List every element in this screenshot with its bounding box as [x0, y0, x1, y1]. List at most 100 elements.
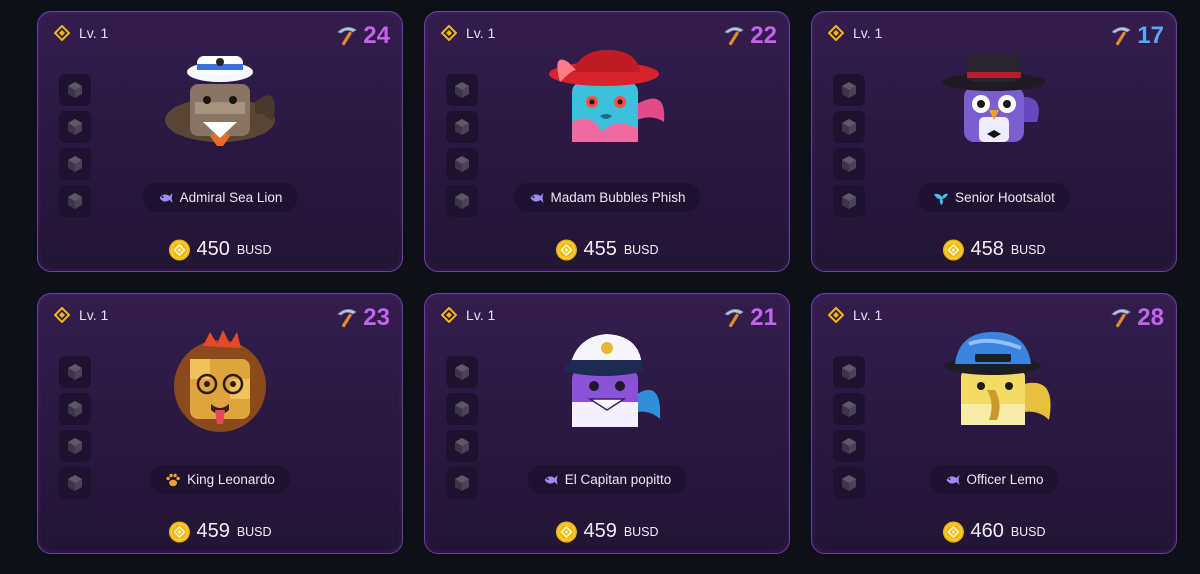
- nft-card[interactable]: Lv. 1 23 King Leonardo 459 BUSD: [37, 293, 403, 554]
- character-name: El Capitan popitto: [564, 472, 672, 487]
- equipment-slot[interactable]: [833, 430, 865, 462]
- equipment-slot[interactable]: [446, 185, 478, 217]
- character-name-pill: Senior Hootsalot: [918, 183, 1070, 212]
- level-label: Lv. 1: [466, 25, 496, 41]
- mining-power: 28: [1109, 304, 1164, 332]
- fish-class-icon: [158, 190, 174, 206]
- level-badge: Lv. 1: [440, 24, 496, 42]
- level-badge: Lv. 1: [53, 24, 109, 42]
- level-badge: Lv. 1: [827, 306, 882, 324]
- level-label: Lv. 1: [79, 25, 109, 41]
- equipment-slots: [833, 356, 865, 499]
- character-avatar: [542, 324, 672, 434]
- pickaxe-icon: [722, 306, 746, 330]
- nft-card[interactable]: Lv. 1 17 Senior Hootsalot 458 BUSD: [811, 11, 1177, 272]
- busd-coin-icon: [555, 239, 577, 261]
- equipment-slot[interactable]: [446, 393, 478, 425]
- cube-icon: [452, 80, 472, 100]
- cube-icon: [65, 473, 85, 493]
- nft-card[interactable]: Lv. 1 24 Admiral Sea Lion 450 BUSD: [37, 11, 403, 272]
- equipment-slot[interactable]: [833, 467, 865, 499]
- nft-card-grid: Lv. 1 24 Admiral Sea Lion 450 BUSD Lv. 1…: [0, 0, 1200, 574]
- price-currency: BUSD: [1010, 242, 1046, 257]
- equipment-slot[interactable]: [59, 185, 91, 217]
- character-avatar: [155, 324, 285, 434]
- equipment-slot[interactable]: [59, 111, 91, 143]
- price-amount: 460: [970, 520, 1004, 542]
- equipment-slot[interactable]: [59, 148, 91, 180]
- busd-coin-icon: [168, 521, 190, 543]
- equipment-slots: [446, 74, 478, 217]
- price-amount: 459: [583, 520, 617, 542]
- price-amount: 450: [196, 238, 230, 260]
- cube-icon: [452, 154, 472, 174]
- busd-coin-icon: [942, 239, 964, 261]
- power-value: 21: [750, 304, 777, 331]
- equipment-slot[interactable]: [833, 111, 865, 143]
- equipment-slot[interactable]: [833, 393, 865, 425]
- equipment-slot[interactable]: [446, 430, 478, 462]
- cube-icon: [839, 154, 859, 174]
- equipment-slot[interactable]: [59, 74, 91, 106]
- price-currency: BUSD: [1010, 524, 1046, 539]
- cube-icon: [839, 117, 859, 137]
- diamond-icon: [53, 306, 71, 324]
- cube-icon: [839, 191, 859, 211]
- pickaxe-icon: [1109, 306, 1133, 330]
- equipment-slot[interactable]: [833, 74, 865, 106]
- nft-card[interactable]: Lv. 1 21 El Capitan popitto 459 BUSD: [424, 293, 790, 554]
- equipment-slots: [446, 356, 478, 499]
- cube-icon: [452, 117, 472, 137]
- character-name-pill: Admiral Sea Lion: [142, 183, 298, 212]
- price-amount: 458: [970, 238, 1004, 260]
- cube-icon: [452, 473, 472, 493]
- price-tag: 460 BUSD: [942, 520, 1046, 543]
- price-currency: BUSD: [623, 524, 659, 539]
- equipment-slot[interactable]: [446, 467, 478, 499]
- price-currency: BUSD: [236, 242, 272, 257]
- equipment-slot[interactable]: [59, 356, 91, 388]
- level-label: Lv. 1: [79, 307, 109, 323]
- mining-power: 23: [335, 304, 390, 332]
- mining-power: 22: [722, 22, 777, 50]
- mining-power: 21: [722, 304, 777, 332]
- character-name-pill: El Capitan popitto: [527, 465, 687, 494]
- cube-icon: [65, 399, 85, 419]
- nft-card[interactable]: Lv. 1 22 Madam Bubbles Phish 455 BUSD: [424, 11, 790, 272]
- power-value: 22: [750, 22, 777, 49]
- cube-icon: [65, 80, 85, 100]
- nft-card[interactable]: Lv. 1 28 Officer Lemo 460 BUSD: [811, 293, 1177, 554]
- fish-class-icon: [944, 472, 960, 488]
- equipment-slot[interactable]: [833, 185, 865, 217]
- cube-icon: [839, 399, 859, 419]
- cube-icon: [65, 191, 85, 211]
- price-amount: 459: [196, 520, 230, 542]
- diamond-icon: [53, 24, 71, 42]
- equipment-slot[interactable]: [446, 74, 478, 106]
- price-tag: 459 BUSD: [168, 520, 272, 543]
- mining-power: 17: [1109, 22, 1164, 50]
- fish-class-icon: [528, 190, 544, 206]
- character-name-pill: Officer Lemo: [929, 465, 1059, 494]
- mining-power: 24: [335, 22, 390, 50]
- cube-icon: [839, 436, 859, 456]
- cube-icon: [65, 154, 85, 174]
- cube-icon: [452, 191, 472, 211]
- busd-coin-icon: [555, 521, 577, 543]
- price-tag: 458 BUSD: [942, 238, 1046, 261]
- equipment-slot[interactable]: [833, 148, 865, 180]
- equipment-slot[interactable]: [59, 393, 91, 425]
- equipment-slot[interactable]: [59, 467, 91, 499]
- equipment-slot[interactable]: [446, 356, 478, 388]
- cube-icon: [452, 399, 472, 419]
- power-value: 24: [363, 22, 390, 49]
- equipment-slot[interactable]: [446, 111, 478, 143]
- equipment-slot[interactable]: [833, 356, 865, 388]
- price-tag: 459 BUSD: [555, 520, 659, 543]
- equipment-slot[interactable]: [446, 148, 478, 180]
- price-tag: 455 BUSD: [555, 238, 659, 261]
- equipment-slot[interactable]: [59, 430, 91, 462]
- cube-icon: [65, 436, 85, 456]
- diamond-icon: [440, 306, 458, 324]
- price-tag: 450 BUSD: [168, 238, 272, 261]
